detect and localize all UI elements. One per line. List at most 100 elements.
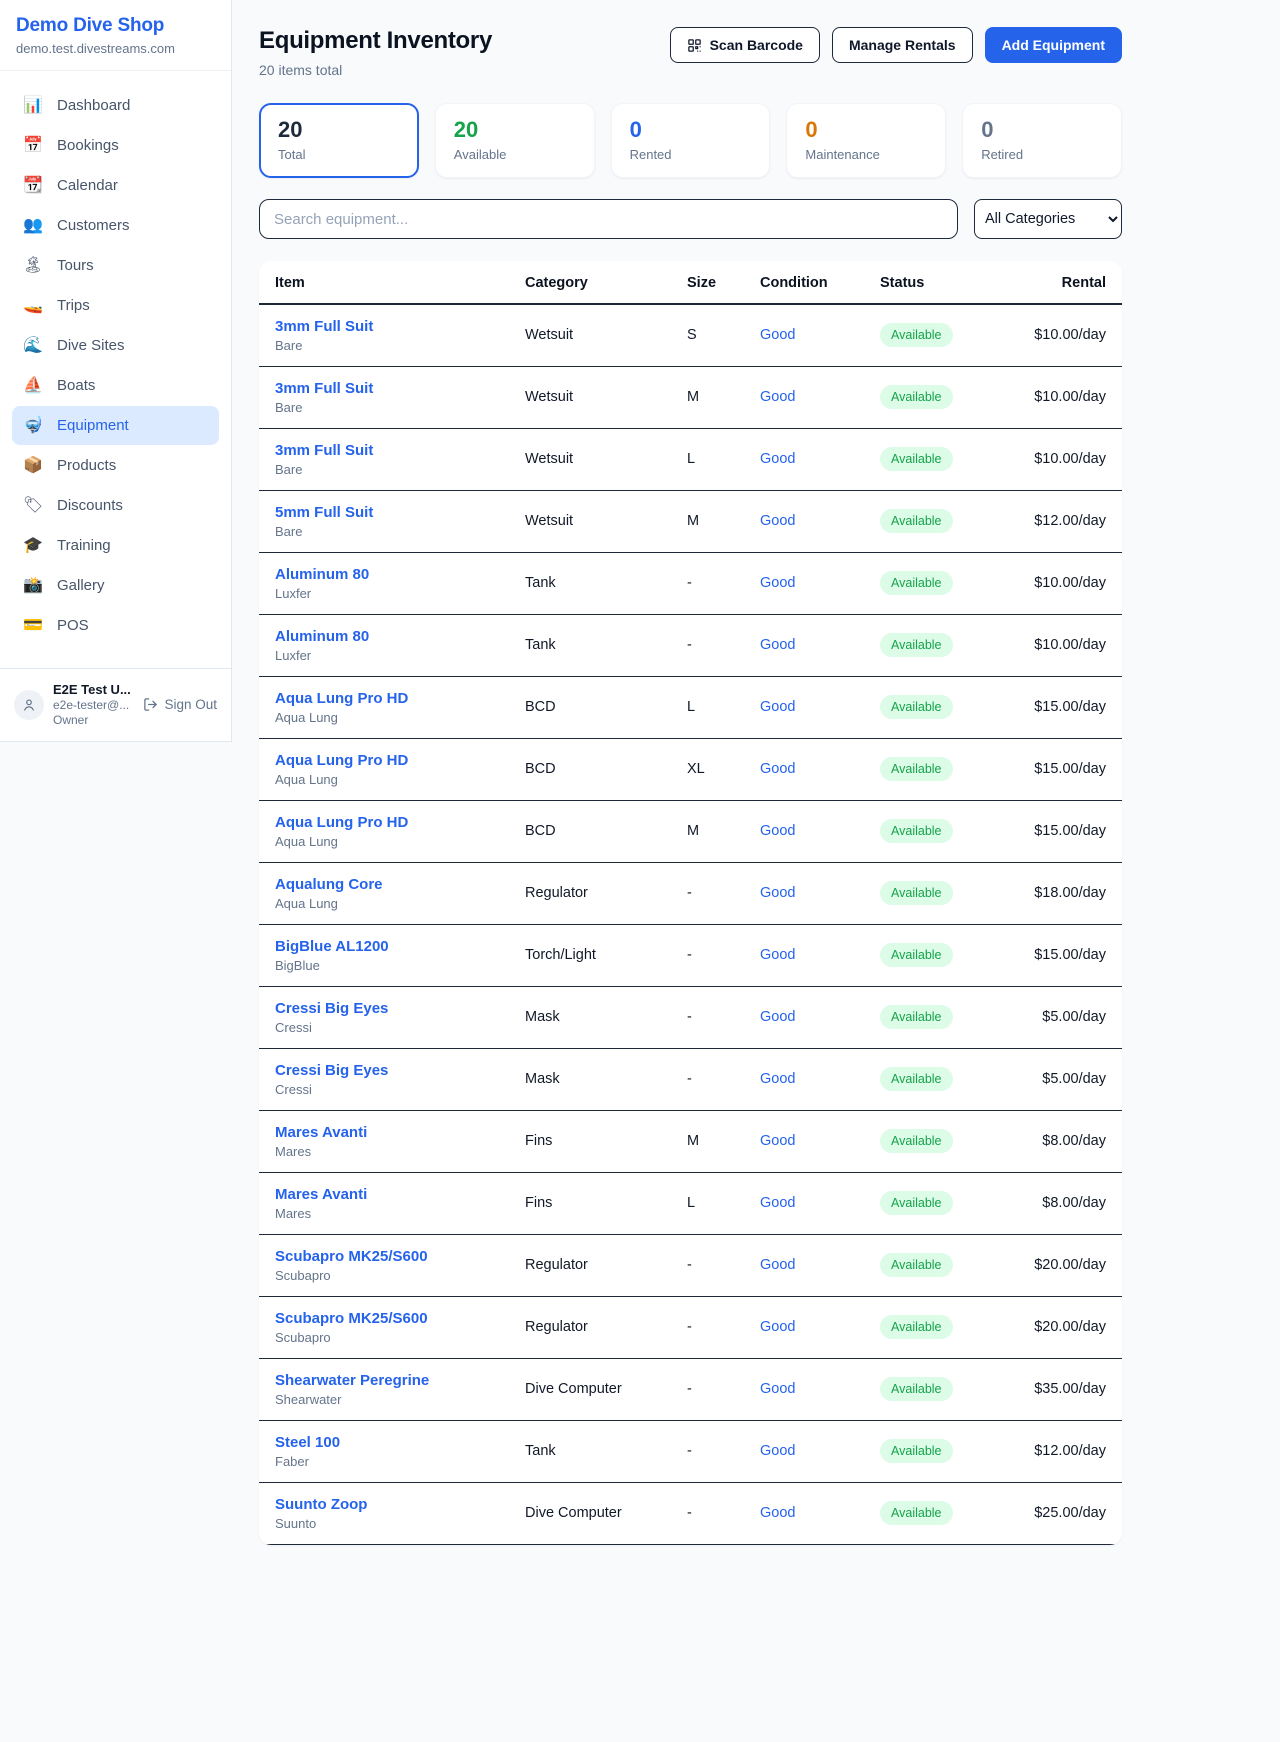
item-link[interactable]: Shearwater Peregrine (275, 1372, 429, 1389)
table-row: 3mm Full Suit Bare Wetsuit S Good Availa… (259, 304, 1122, 366)
sidebar-item-label: Products (57, 457, 116, 474)
rental-cell: $10.00/day (994, 552, 1122, 614)
condition-link[interactable]: Good (760, 1381, 795, 1397)
stat-card-total[interactable]: 20 Total (259, 103, 419, 178)
condition-cell: Good (744, 366, 864, 428)
category-cell: BCD (509, 800, 671, 862)
condition-link[interactable]: Good (760, 1505, 795, 1521)
item-link[interactable]: Cressi Big Eyes (275, 1000, 388, 1017)
sidebar-item-calendar[interactable]: 📆 Calendar (12, 166, 219, 205)
condition-cell: Good (744, 800, 864, 862)
condition-link[interactable]: Good (760, 637, 795, 653)
item-brand: Scubapro (275, 1268, 493, 1283)
item-link[interactable]: Cressi Big Eyes (275, 1062, 388, 1079)
table-row: Aqua Lung Pro HD Aqua Lung BCD XL Good A… (259, 738, 1122, 800)
sidebar-item-equipment[interactable]: 🤿 Equipment (12, 406, 219, 445)
item-link[interactable]: 3mm Full Suit (275, 318, 373, 335)
scan-barcode-button[interactable]: Scan Barcode (670, 27, 820, 63)
manage-rentals-button[interactable]: Manage Rentals (832, 27, 973, 63)
condition-link[interactable]: Good (760, 823, 795, 839)
item-link[interactable]: Steel 100 (275, 1434, 340, 1451)
sidebar-item-training[interactable]: 🎓 Training (12, 526, 219, 565)
condition-link[interactable]: Good (760, 575, 795, 591)
rental-cell: $10.00/day (994, 614, 1122, 676)
customers-icon: 👥 (22, 218, 44, 234)
size-cell: L (671, 428, 744, 490)
trips-icon: 🚤 (22, 298, 44, 314)
training-icon: 🎓 (22, 538, 44, 554)
rental-cell: $10.00/day (994, 428, 1122, 490)
sidebar-item-tours[interactable]: 🏝 Tours (12, 246, 219, 285)
condition-link[interactable]: Good (760, 1195, 795, 1211)
condition-link[interactable]: Good (760, 1443, 795, 1459)
item-cell: Cressi Big Eyes Cressi (259, 1048, 509, 1110)
item-link[interactable]: 3mm Full Suit (275, 380, 373, 397)
status-cell: Available (864, 490, 994, 552)
sidebar-item-customers[interactable]: 👥 Customers (12, 206, 219, 245)
person-icon (21, 697, 37, 713)
sidebar-item-trips[interactable]: 🚤 Trips (12, 286, 219, 325)
condition-link[interactable]: Good (760, 761, 795, 777)
item-link[interactable]: 5mm Full Suit (275, 504, 373, 521)
condition-link[interactable]: Good (760, 451, 795, 467)
item-link[interactable]: Aqua Lung Pro HD (275, 752, 408, 769)
condition-link[interactable]: Good (760, 327, 795, 343)
item-link[interactable]: Aluminum 80 (275, 628, 369, 645)
item-link[interactable]: Aqua Lung Pro HD (275, 814, 408, 831)
sidebar-item-bookings[interactable]: 📅 Bookings (12, 126, 219, 165)
sign-out-button[interactable]: Sign Out (143, 697, 217, 712)
item-link[interactable]: Scubapro MK25/S600 (275, 1248, 428, 1265)
condition-link[interactable]: Good (760, 1009, 795, 1025)
sidebar-item-pos[interactable]: 💳 POS (12, 606, 219, 645)
sidebar-item-gallery[interactable]: 📸 Gallery (12, 566, 219, 605)
sidebar-item-products[interactable]: 📦 Products (12, 446, 219, 485)
condition-link[interactable]: Good (760, 389, 795, 405)
item-link[interactable]: BigBlue AL1200 (275, 938, 389, 955)
item-cell: 3mm Full Suit Bare (259, 366, 509, 428)
rental-cell: $5.00/day (994, 986, 1122, 1048)
condition-link[interactable]: Good (760, 1257, 795, 1273)
stat-card-rented[interactable]: 0 Rented (611, 103, 771, 178)
category-cell: Fins (509, 1110, 671, 1172)
size-cell: M (671, 800, 744, 862)
item-link[interactable]: Aqualung Core (275, 876, 383, 893)
item-brand: Bare (275, 462, 493, 477)
stat-card-maintenance[interactable]: 0 Maintenance (786, 103, 946, 178)
item-brand: Bare (275, 400, 493, 415)
condition-link[interactable]: Good (760, 947, 795, 963)
sidebar-item-dive-sites[interactable]: 🌊 Dive Sites (12, 326, 219, 365)
table-row: 5mm Full Suit Bare Wetsuit M Good Availa… (259, 490, 1122, 552)
rental-cell: $15.00/day (994, 738, 1122, 800)
sidebar-item-label: Training (57, 537, 111, 554)
item-link[interactable]: Aqua Lung Pro HD (275, 690, 408, 707)
condition-link[interactable]: Good (760, 1319, 795, 1335)
condition-link[interactable]: Good (760, 885, 795, 901)
item-link[interactable]: 3mm Full Suit (275, 442, 373, 459)
item-cell: Suunto Zoop Suunto (259, 1482, 509, 1544)
item-link[interactable]: Mares Avanti (275, 1124, 367, 1141)
condition-link[interactable]: Good (760, 699, 795, 715)
condition-link[interactable]: Good (760, 1071, 795, 1087)
category-cell: Regulator (509, 1296, 671, 1358)
category-filter-select[interactable]: All Categories (974, 199, 1122, 239)
stat-card-retired[interactable]: 0 Retired (962, 103, 1122, 178)
condition-cell: Good (744, 1358, 864, 1420)
condition-cell: Good (744, 1048, 864, 1110)
search-input[interactable] (259, 199, 958, 239)
condition-cell: Good (744, 924, 864, 986)
item-link[interactable]: Suunto Zoop (275, 1496, 367, 1513)
table-row: BigBlue AL1200 BigBlue Torch/Light - Goo… (259, 924, 1122, 986)
sidebar-item-dashboard[interactable]: 📊 Dashboard (12, 86, 219, 125)
add-equipment-button[interactable]: Add Equipment (985, 27, 1122, 63)
item-link[interactable]: Scubapro MK25/S600 (275, 1310, 428, 1327)
condition-link[interactable]: Good (760, 1133, 795, 1149)
size-cell: L (671, 1172, 744, 1234)
stat-card-available[interactable]: 20 Available (435, 103, 595, 178)
item-link[interactable]: Aluminum 80 (275, 566, 369, 583)
item-link[interactable]: Mares Avanti (275, 1186, 367, 1203)
sidebar-item-boats[interactable]: ⛵ Boats (12, 366, 219, 405)
dive-sites-icon: 🌊 (22, 338, 44, 354)
sidebar-item-discounts[interactable]: 🏷 Discounts (12, 486, 219, 525)
status-badge: Available (880, 323, 953, 347)
condition-link[interactable]: Good (760, 513, 795, 529)
